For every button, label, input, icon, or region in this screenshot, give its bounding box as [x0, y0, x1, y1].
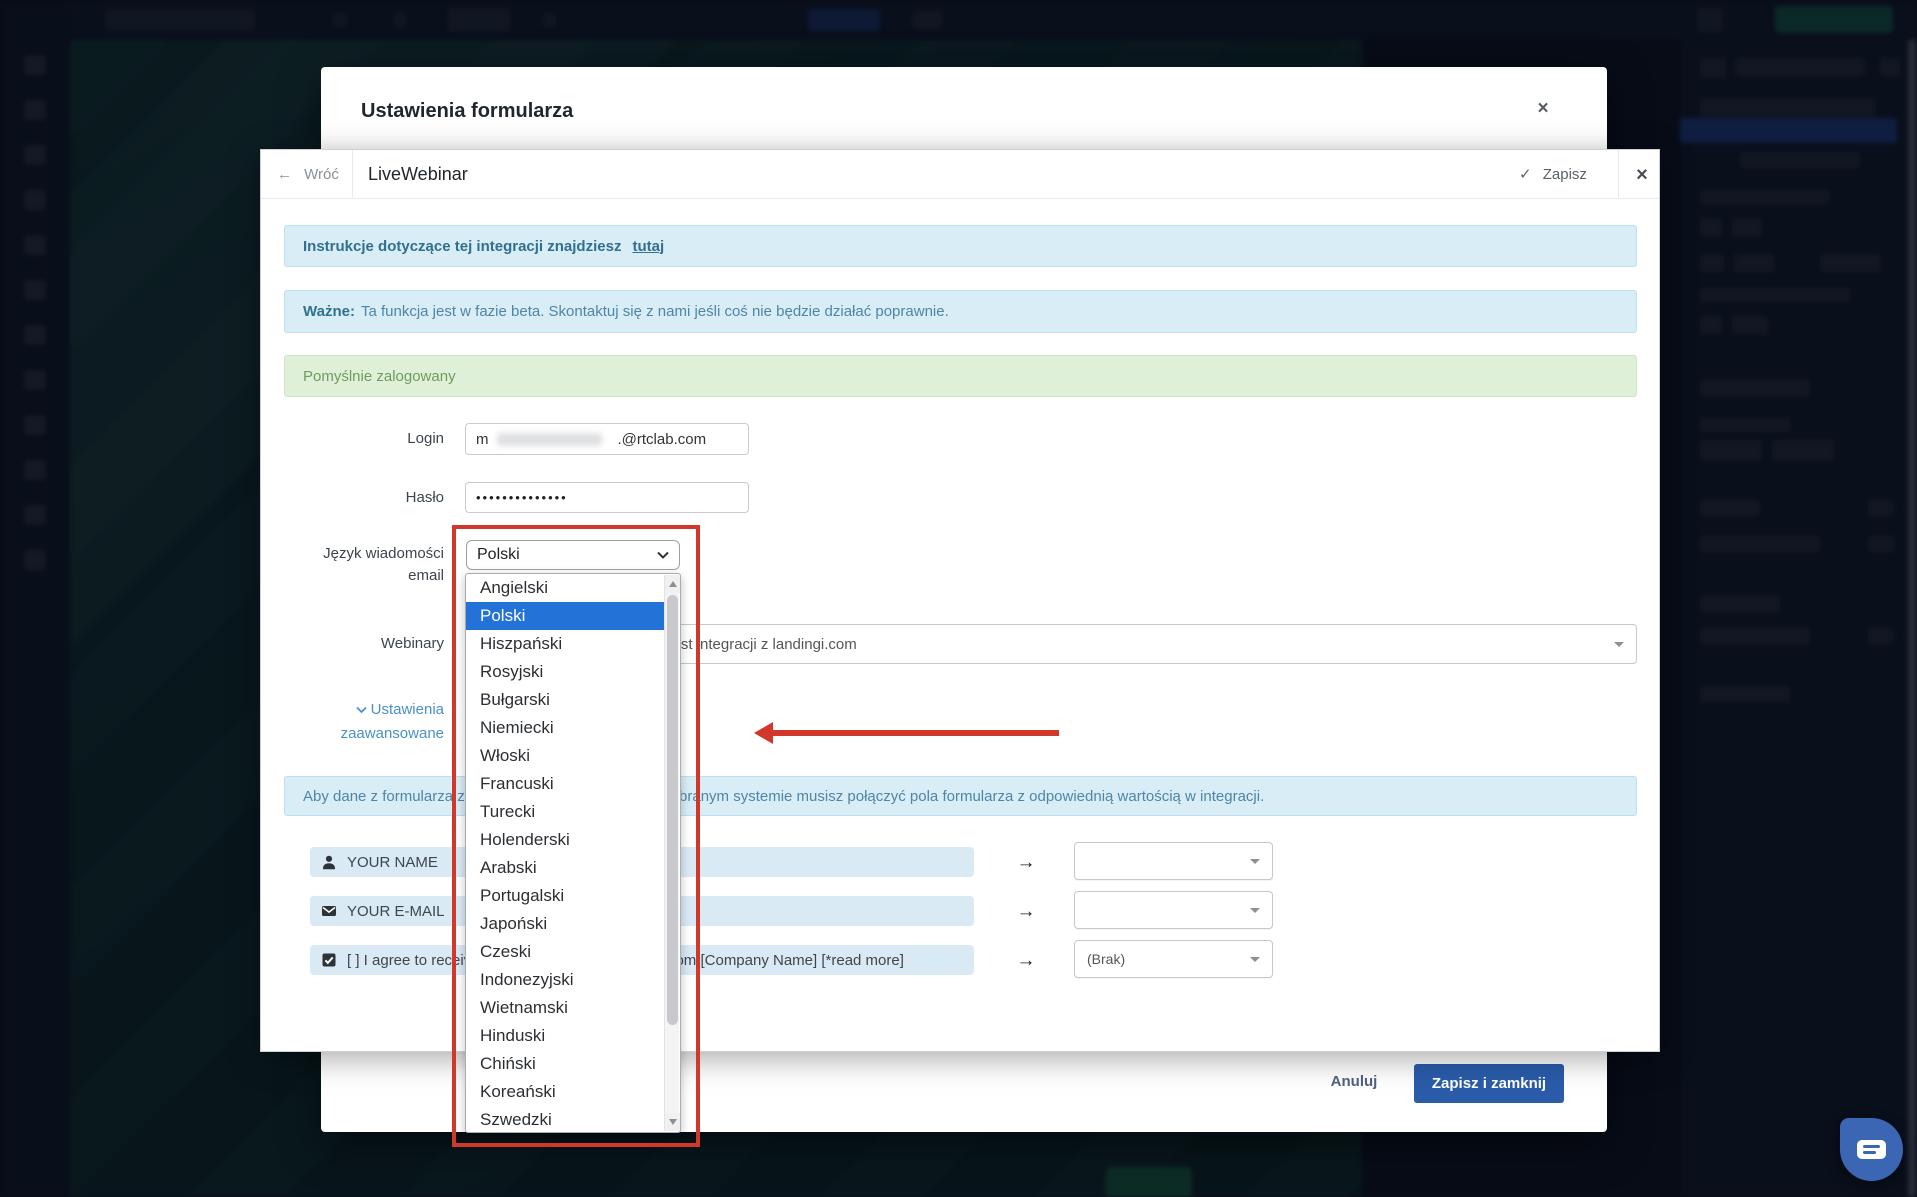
annotation-arrow-head	[754, 722, 773, 744]
language-option[interactable]: Hinduski	[466, 1022, 666, 1050]
cancel-button[interactable]: Anuluj	[1324, 1073, 1384, 1090]
language-option[interactable]: Wietnamski	[466, 994, 666, 1022]
language-selected-value: Polski	[477, 546, 520, 564]
chat-bubble-icon	[1857, 1140, 1886, 1159]
language-option[interactable]: Rosyjski	[466, 658, 666, 686]
user-icon	[321, 854, 337, 870]
language-option[interactable]: Chiński	[466, 1050, 666, 1078]
language-option[interactable]: Niemiecki	[466, 714, 666, 742]
close-icon[interactable]: ×	[1627, 161, 1657, 189]
arrow-down-icon	[669, 1119, 677, 1125]
scrollbar-thumb[interactable]	[667, 595, 678, 1025]
language-options-dropdown: AngielskiPolskiHiszpańskiRosyjskiBułgars…	[465, 573, 681, 1133]
back-arrow-icon: ←	[277, 166, 292, 183]
arrow-right-icon: →	[1011, 950, 1041, 972]
language-option[interactable]: Turecki	[466, 798, 666, 826]
chevron-down-icon	[1250, 859, 1260, 864]
mapping-select[interactable]: (Brak)	[1074, 940, 1273, 978]
language-option[interactable]: Francuski	[466, 770, 666, 798]
modal-title: LiveWebinar	[368, 150, 468, 199]
webinar-selected-value: Test integracji z landingi.com	[665, 636, 857, 653]
back-button[interactable]: ← Wróć	[277, 150, 339, 199]
close-icon[interactable]: ×	[1529, 95, 1557, 123]
save-label: Zapisz	[1543, 166, 1587, 183]
chat-launcher-button[interactable]	[1840, 1118, 1903, 1181]
mapping-value: (Brak)	[1087, 951, 1125, 967]
language-option[interactable]: Arabski	[466, 854, 666, 882]
field-label: YOUR E-MAIL	[347, 903, 445, 920]
advanced-settings-link[interactable]: Ustawienia zaawansowane	[261, 698, 444, 746]
chevron-down-icon	[1250, 908, 1260, 913]
language-option[interactable]: Czeski	[466, 938, 666, 966]
screen: Ustawienia formularza × Anuluj Zapisz i …	[0, 0, 1917, 1197]
language-option[interactable]: Hiszpański	[466, 630, 666, 658]
beta-banner: Ważne: Ta funkcja jest w fazie beta. Sko…	[284, 290, 1637, 333]
chevron-down-icon	[1614, 642, 1624, 647]
beta-bold: Ważne:	[303, 303, 355, 320]
dropdown-scrollbar[interactable]	[664, 575, 679, 1131]
language-option[interactable]: Japoński	[466, 910, 666, 938]
language-option[interactable]: Holenderski	[466, 826, 666, 854]
annotation-arrow	[772, 730, 1059, 736]
modal-header: ← Wróć LiveWebinar ✓ Zapisz ×	[261, 150, 1659, 199]
language-option[interactable]: Portugalski	[466, 882, 666, 910]
header-divider	[352, 150, 353, 199]
language-option[interactable]: Polski	[466, 602, 666, 630]
redacted-text	[497, 433, 602, 446]
mapping-note-text: Aby dane z formularza zostały poprawnie …	[303, 788, 1264, 805]
save-button[interactable]: ✓ Zapisz	[1519, 150, 1587, 199]
mapping-select[interactable]	[1074, 891, 1273, 929]
chevron-down-icon	[657, 551, 669, 559]
password-label: Hasło	[261, 487, 444, 509]
password-dots: ••••••••••••••	[476, 490, 568, 505]
back-label: Wróć	[304, 166, 339, 183]
instructions-link[interactable]: tutaj	[632, 238, 664, 255]
chevron-down-icon	[1250, 957, 1260, 962]
save-and-close-button[interactable]: Zapisz i zamknij	[1414, 1064, 1564, 1103]
instructions-banner: Instrukcje dotyczące tej integracji znaj…	[284, 225, 1637, 267]
mail-icon	[321, 903, 337, 919]
arrow-up-icon	[669, 581, 677, 587]
form-settings-title: Ustawienia formularza	[361, 100, 573, 123]
language-option[interactable]: Koreański	[466, 1078, 666, 1106]
arrow-right-icon: →	[1011, 852, 1041, 874]
checkbox-icon	[321, 952, 337, 968]
scroll-up-button[interactable]	[665, 575, 680, 593]
login-value-end: .@rtclab.com	[618, 431, 707, 448]
language-option[interactable]: Angielski	[466, 574, 666, 602]
header-divider	[1618, 150, 1619, 199]
webinar-select[interactable]: Test integracji z landingi.com	[656, 624, 1637, 664]
login-label: Login	[261, 428, 444, 450]
chevron-down-icon	[356, 706, 367, 714]
password-input[interactable]: ••••••••••••••	[465, 482, 749, 513]
arrow-right-icon: →	[1011, 901, 1041, 923]
webinars-label: Webinary	[261, 633, 444, 655]
beta-text: Ta funkcja jest w fazie beta. Skontaktuj…	[361, 303, 949, 320]
instructions-text: Instrukcje dotyczące tej integracji znaj…	[303, 238, 621, 255]
success-banner: Pomyślnie zalogowany	[284, 355, 1637, 397]
language-option[interactable]: Bułgarski	[466, 686, 666, 714]
language-options-list: AngielskiPolskiHiszpańskiRosyjskiBułgars…	[466, 574, 666, 1132]
field-label: YOUR NAME	[347, 854, 438, 871]
language-option[interactable]: Indonezyjski	[466, 966, 666, 994]
login-input[interactable]: m .@rtclab.com	[465, 423, 749, 455]
language-label: Język wiadomości email	[261, 543, 444, 587]
success-text: Pomyślnie zalogowany	[303, 368, 456, 385]
check-icon: ✓	[1519, 166, 1532, 183]
language-select[interactable]: Polski	[466, 540, 680, 570]
scroll-down-button[interactable]	[665, 1113, 680, 1131]
login-value-start: m	[476, 431, 489, 448]
mapping-select[interactable]	[1074, 842, 1273, 880]
language-option[interactable]: Szwedzki	[466, 1106, 666, 1132]
language-option[interactable]: Włoski	[466, 742, 666, 770]
